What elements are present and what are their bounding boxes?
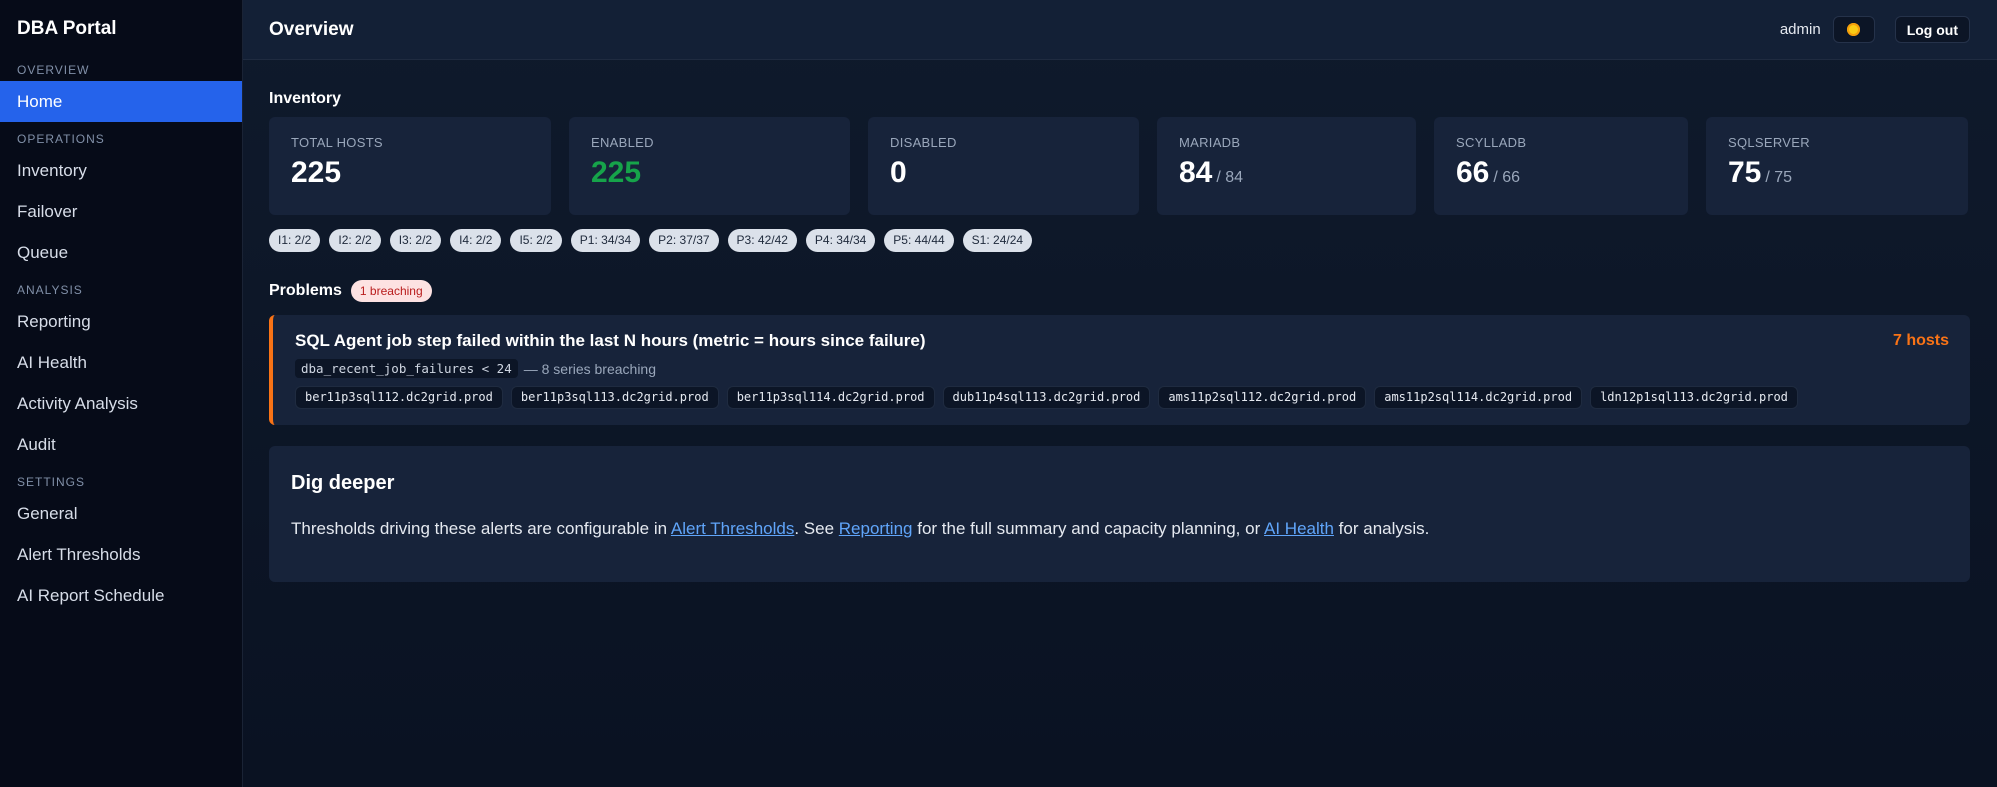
dig-deeper-title: Dig deeper (291, 472, 395, 494)
stat-label: SCYLLADB (1456, 135, 1527, 150)
stat-label: SQLSERVER (1728, 135, 1810, 150)
cluster-pill[interactable]: P3: 42/42 (727, 229, 797, 252)
host-chip[interactable]: dub11p4sql113.dc2grid.prod (942, 386, 1151, 409)
sidebar-item-queue[interactable]: Queue (0, 232, 242, 273)
sidebar-section-analysis: ANALYSIS Reporting AI Health Activity An… (0, 280, 242, 465)
sun-icon (1847, 23, 1861, 36)
ai-health-link[interactable]: AI Health (1264, 519, 1334, 538)
sidebar-item-home[interactable]: Home (0, 81, 242, 122)
user-controls: admin Log out (1780, 16, 1970, 43)
alert-series-text: — 8 series breaching (523, 360, 657, 377)
theme-toggle-button[interactable] (1832, 16, 1875, 43)
sidebar-section-label: OVERVIEW (17, 63, 90, 77)
stat-value: 84/ 84 (1179, 156, 1244, 189)
sidebar-item-audit[interactable]: Audit (0, 424, 242, 465)
cluster-pills: I1: 2/2 I2: 2/2 I3: 2/2 I4: 2/2 I5: 2/2 … (269, 229, 1970, 252)
sidebar-item-alert-thresholds[interactable]: Alert Thresholds (0, 534, 242, 575)
stat-label: DISABLED (890, 135, 957, 150)
stat-sub: / 84 (1216, 169, 1244, 186)
stat-card-mariadb: MARIADB 84/ 84 (1157, 117, 1416, 215)
host-chip[interactable]: ldn12p1sql113.dc2grid.prod (1590, 386, 1798, 409)
sidebar-item-failover[interactable]: Failover (0, 191, 242, 232)
cluster-pill[interactable]: P1: 34/34 (570, 229, 641, 252)
cluster-pill[interactable]: I3: 2/2 (389, 229, 442, 252)
cluster-pill[interactable]: I2: 2/2 (329, 229, 381, 252)
reporting-link[interactable]: Reporting (839, 519, 913, 538)
cluster-pill[interactable]: P2: 37/37 (649, 229, 719, 252)
stat-sub: / 75 (1765, 169, 1793, 186)
cluster-pill[interactable]: I5: 2/2 (510, 229, 562, 252)
sidebar-section-operations: OPERATIONS Inventory Failover Queue (0, 129, 242, 273)
stat-card-scylladb: SCYLLADB 66/ 66 (1434, 117, 1688, 215)
sidebar-section-overview: OVERVIEW Home (0, 60, 242, 122)
alert-host-count: 7 hosts (1892, 332, 1949, 349)
stat-card-disabled: DISABLED 0 (868, 117, 1139, 215)
stat-sub: / 66 (1493, 169, 1521, 186)
topbar: Overview admin Log out (243, 0, 1997, 60)
dig-deeper-text: Thresholds driving these alerts are conf… (291, 519, 1430, 538)
brand-title: DBA Portal (17, 18, 117, 39)
sidebar-item-general[interactable]: General (0, 493, 242, 534)
problems-header: Problems 1 breaching (269, 280, 1970, 302)
stat-card-sqlserver: SQLSERVER 75/ 75 (1706, 117, 1968, 215)
stat-card-total-hosts: TOTAL HOSTS 225 (269, 117, 551, 215)
main: Overview admin Log out Inventory TOTAL H… (243, 0, 1997, 787)
sidebar-item-activity-analysis[interactable]: Activity Analysis (0, 383, 242, 424)
alert-title: SQL Agent job step failed within the las… (295, 331, 926, 350)
sidebar: DBA Portal OVERVIEW Home OPERATIONS Inve… (0, 0, 243, 787)
cluster-pill[interactable]: P4: 34/34 (805, 229, 876, 252)
stat-label: TOTAL HOSTS (291, 135, 383, 150)
inventory-title: Inventory (269, 90, 342, 107)
host-chip[interactable]: ber11p3sql114.dc2grid.prod (726, 386, 935, 409)
cluster-pill[interactable]: P5: 44/44 (884, 229, 954, 252)
cluster-pill[interactable]: S1: 24/24 (962, 229, 1033, 252)
user-name: admin (1779, 21, 1821, 38)
alert-thresholds-link[interactable]: Alert Thresholds (671, 519, 794, 538)
stat-value: 0 (890, 156, 907, 189)
stat-value: 66/ 66 (1456, 156, 1521, 189)
host-chip[interactable]: ber11p3sql113.dc2grid.prod (510, 386, 719, 409)
breaching-badge: 1 breaching (350, 280, 432, 302)
stat-card-enabled: ENABLED 225 (569, 117, 850, 215)
host-chip[interactable]: ams11p2sql114.dc2grid.prod (1374, 386, 1583, 409)
sidebar-item-ai-report-schedule[interactable]: AI Report Schedule (0, 575, 242, 616)
sidebar-section-label: OPERATIONS (17, 132, 105, 146)
sidebar-section-label: SETTINGS (17, 475, 86, 489)
sidebar-item-reporting[interactable]: Reporting (0, 301, 242, 342)
sidebar-section-label: ANALYSIS (17, 283, 83, 297)
sidebar-item-inventory[interactable]: Inventory (0, 150, 242, 191)
host-chip[interactable]: ams11p2sql112.dc2grid.prod (1158, 386, 1367, 409)
page-title: Overview (269, 18, 354, 40)
sidebar-item-ai-health[interactable]: AI Health (0, 342, 242, 383)
logout-button[interactable]: Log out (1894, 16, 1970, 43)
alert-card[interactable]: SQL Agent job step failed within the las… (269, 315, 1970, 425)
stat-value: 225 (291, 156, 342, 189)
host-chip[interactable]: ber11p3sql112.dc2grid.prod (295, 386, 503, 409)
alert-meta: dba_recent_job_failures < 24 — 8 series … (295, 359, 1950, 378)
dig-deeper-card: Dig deeper Thresholds driving these aler… (269, 446, 1970, 582)
content: Inventory TOTAL HOSTS 225 ENABLED 225 DI… (243, 60, 1997, 582)
cluster-pill[interactable]: I4: 2/2 (450, 229, 502, 252)
app: DBA Portal OVERVIEW Home OPERATIONS Inve… (0, 0, 1997, 787)
stat-label: MARIADB (1179, 135, 1241, 150)
stat-label: ENABLED (591, 135, 654, 150)
alert-hosts: ber11p3sql112.dc2grid.prod ber11p3sql113… (295, 386, 1950, 409)
stat-value: 225 (591, 156, 642, 189)
sidebar-section-settings: SETTINGS General Alert Thresholds AI Rep… (0, 472, 242, 616)
cluster-pill[interactable]: I1: 2/2 (269, 229, 321, 252)
stats-row: TOTAL HOSTS 225 ENABLED 225 DISABLED 0 M… (269, 117, 1970, 215)
stat-value: 75/ 75 (1728, 156, 1793, 189)
problems-title: Problems (269, 282, 342, 299)
alert-expression: dba_recent_job_failures < 24 (295, 359, 518, 378)
